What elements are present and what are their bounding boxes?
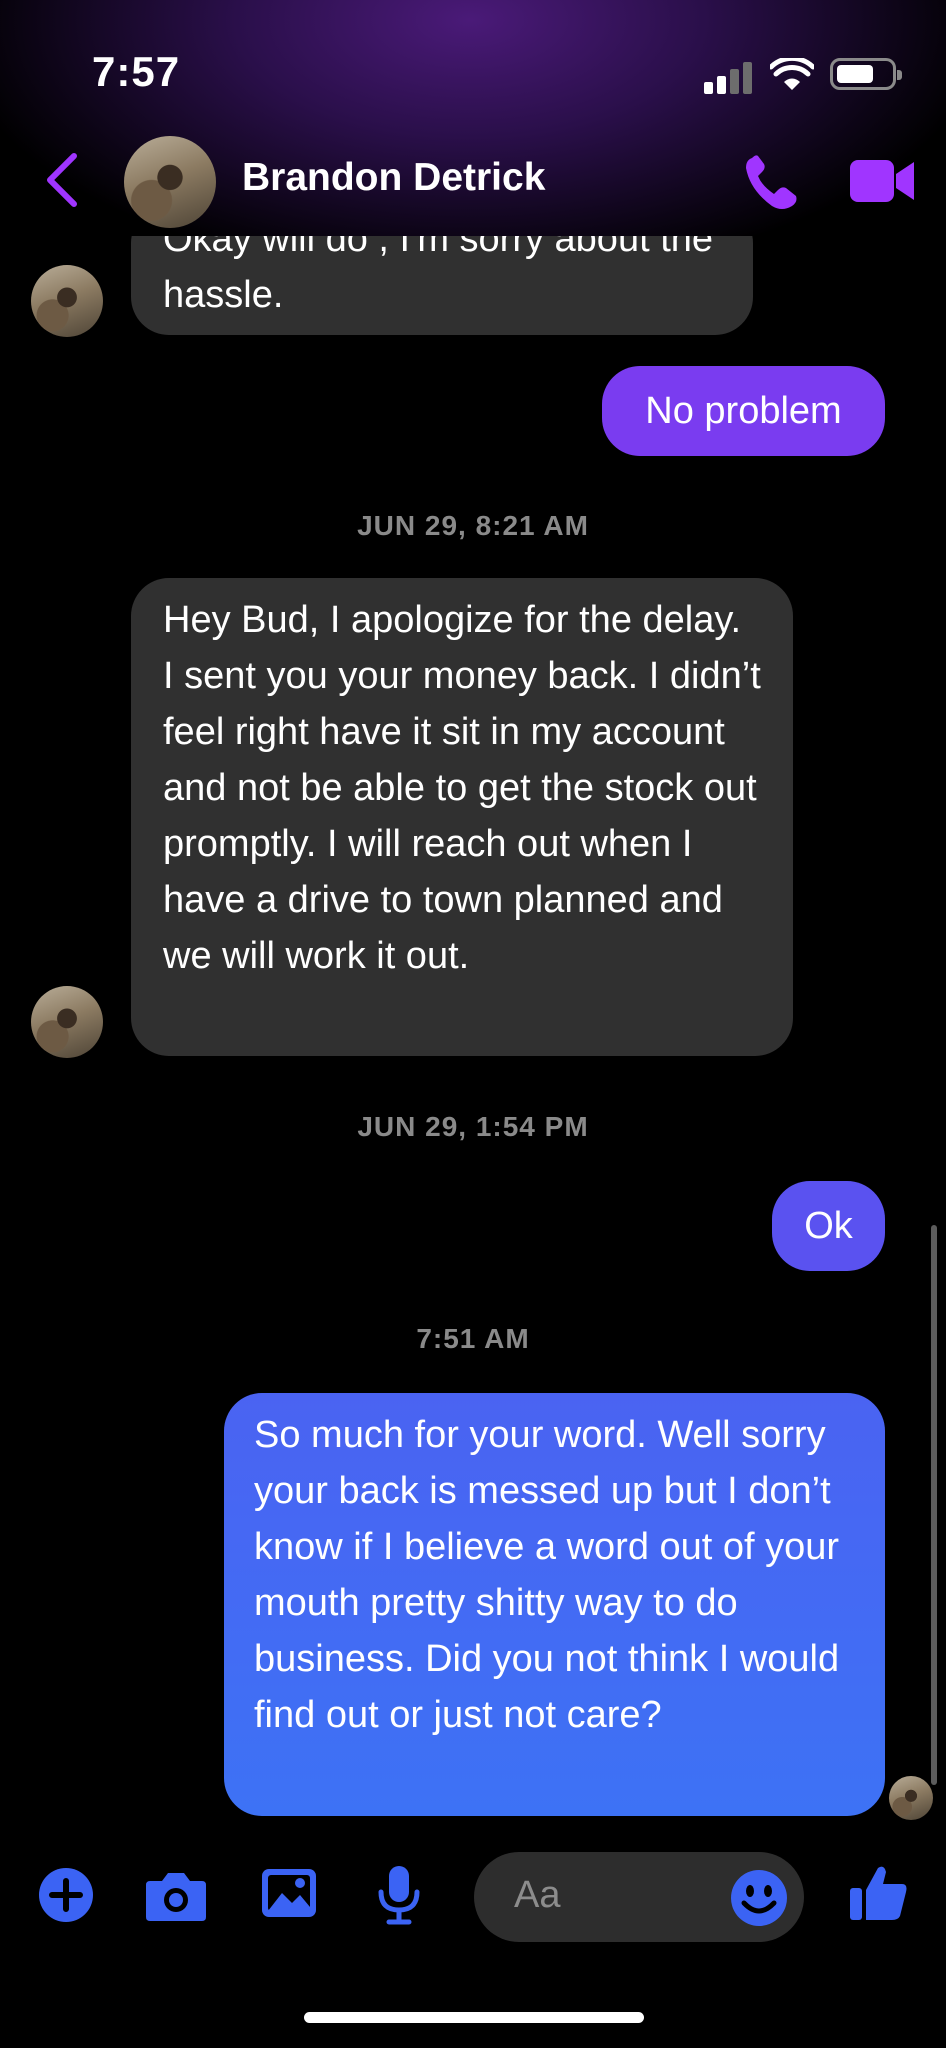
status-bar: 7:57 bbox=[0, 0, 946, 120]
outgoing-message[interactable]: Ok bbox=[772, 1181, 885, 1271]
plus-icon[interactable] bbox=[38, 1867, 94, 1923]
phone-icon[interactable] bbox=[742, 152, 804, 212]
signal-icon bbox=[704, 62, 754, 94]
thumbs-up-icon[interactable] bbox=[848, 1862, 910, 1924]
message-placeholder: Aa bbox=[514, 1874, 561, 1916]
wifi-icon bbox=[770, 58, 814, 90]
message-composer: Aa bbox=[0, 1842, 946, 1952]
camera-icon[interactable] bbox=[144, 1867, 208, 1923]
sender-avatar[interactable] bbox=[31, 265, 103, 337]
outgoing-message[interactable]: No problem bbox=[602, 366, 885, 456]
incoming-message[interactable]: Hey Bud, I apologize for the delay. I se… bbox=[131, 578, 793, 1056]
timestamp: 7:51 AM bbox=[416, 1323, 530, 1354]
message-input[interactable]: Aa bbox=[474, 1852, 804, 1942]
home-indicator[interactable] bbox=[304, 2012, 644, 2023]
read-receipt-avatar bbox=[889, 1776, 933, 1820]
timestamp: JUN 29, 8:21 AM bbox=[357, 510, 589, 541]
battery-icon bbox=[830, 58, 902, 90]
emoji-icon[interactable] bbox=[730, 1869, 788, 1927]
sender-avatar[interactable] bbox=[31, 986, 103, 1058]
timestamp: JUN 29, 1:54 PM bbox=[357, 1111, 589, 1142]
conversation-header: Brandon Detrick bbox=[0, 124, 946, 238]
outgoing-message[interactable]: So much for your word. Well sorry your b… bbox=[224, 1393, 885, 1816]
back-chevron-icon[interactable] bbox=[44, 152, 80, 208]
video-camera-icon[interactable] bbox=[848, 158, 916, 204]
microphone-icon[interactable] bbox=[376, 1864, 422, 1926]
status-time: 7:57 bbox=[92, 48, 181, 95]
contact-name[interactable]: Brandon Detrick bbox=[242, 156, 545, 200]
contact-avatar[interactable] bbox=[124, 136, 216, 228]
scrollbar[interactable] bbox=[931, 1225, 937, 1785]
image-icon[interactable] bbox=[260, 1867, 318, 1919]
